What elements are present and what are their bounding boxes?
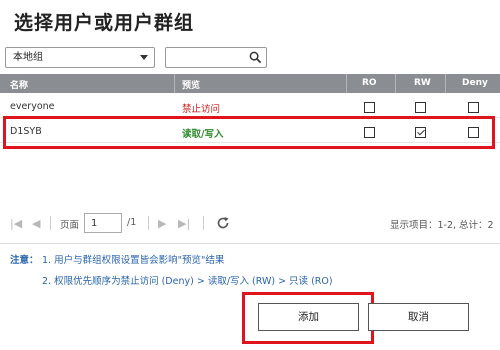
row-highlight-annotation <box>3 116 495 149</box>
first-page-icon[interactable]: |◀ <box>10 217 22 230</box>
dialog-title: 选择用户或用户群组 <box>14 12 195 34</box>
header-rw: RW <box>414 78 431 88</box>
header-deny: Deny <box>462 78 488 88</box>
table-row[interactable]: everyone 禁止访问 <box>0 97 500 117</box>
add-button[interactable]: 添加 <box>258 303 359 331</box>
note-1: 1. 用户与群组权限设置皆会影响"预览"结果 <box>42 255 225 266</box>
deny-checkbox[interactable] <box>468 102 479 113</box>
last-page-icon[interactable]: ▶| <box>178 217 190 230</box>
page-label: 页面 <box>60 220 80 231</box>
header-name: 名称 <box>10 81 29 91</box>
rw-checkbox[interactable] <box>415 102 426 113</box>
search-input[interactable] <box>169 50 247 65</box>
note-2: 2. 权限优先顺序为禁止访问 (Deny) > 读取/写入 (RW) > 只读 … <box>42 276 333 287</box>
cancel-button[interactable]: 取消 <box>368 303 469 331</box>
refresh-icon[interactable] <box>216 216 230 230</box>
search-field[interactable] <box>165 47 267 68</box>
select-user-dialog: 选择用户或用户群组 本地组 名称 预览 RO RW Deny everyone … <box>0 0 500 350</box>
row-name: everyone <box>10 101 55 112</box>
header-preview: 预览 <box>182 81 201 91</box>
total-pages: /1 <box>127 217 137 228</box>
header-ro: RO <box>362 78 377 88</box>
prev-page-icon[interactable]: ◀ <box>32 217 40 230</box>
next-page-icon[interactable]: ▶ <box>158 217 166 230</box>
display-info: 显示项目：1-2, 总计：2 <box>390 220 494 231</box>
chevron-down-icon <box>140 55 148 60</box>
search-icon[interactable] <box>249 51 262 64</box>
page-number-input[interactable] <box>84 213 122 233</box>
scope-dropdown-value: 本地组 <box>13 52 43 63</box>
pagination-bar: |◀ ◀ 页面 /1 ▶ ▶| 显示项目：1-2, 总计：2 <box>0 213 500 235</box>
divider <box>0 243 500 244</box>
table-header: 名称 预览 RO RW Deny <box>0 74 500 93</box>
notes-label: 注意： <box>10 255 39 266</box>
scope-dropdown[interactable]: 本地组 <box>5 47 155 68</box>
row-preview: 禁止访问 <box>182 104 221 115</box>
ro-checkbox[interactable] <box>364 102 375 113</box>
